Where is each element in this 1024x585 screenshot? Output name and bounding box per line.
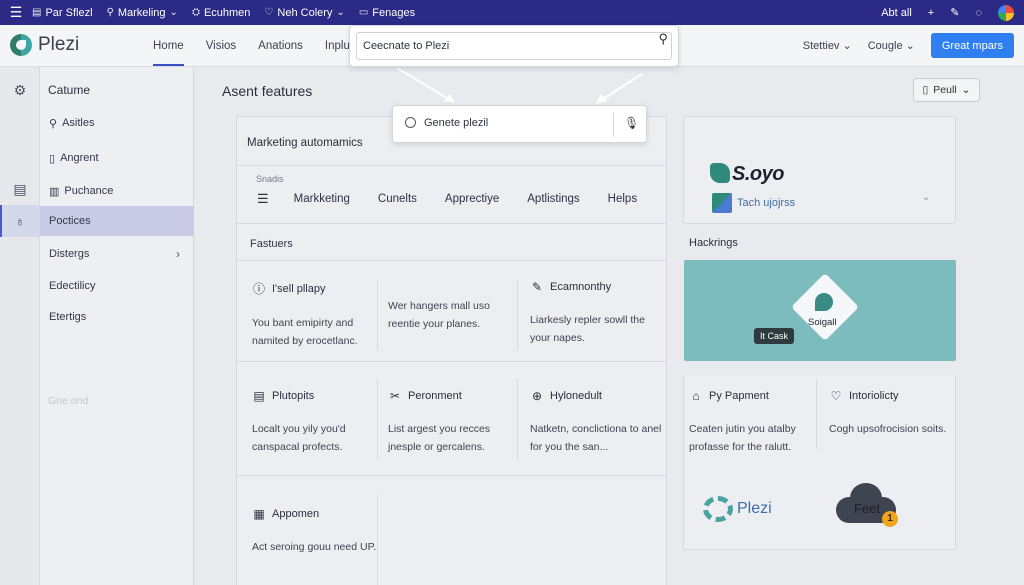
divider <box>613 113 614 137</box>
search-popover: Ceecnate to Plezi ⚲ <box>349 25 679 67</box>
sparkle-icon <box>405 117 416 128</box>
search-input[interactable]: Ceecnate to Plezi <box>356 32 672 60</box>
generate-label: Genete plezil <box>424 117 489 129</box>
microphone-icon[interactable]: 🎙 <box>624 116 639 130</box>
generate-popover[interactable]: Genete plezil 🎙 <box>392 105 647 143</box>
search-icon[interactable]: ⚲ <box>658 31 668 47</box>
connector-arrows <box>396 67 643 104</box>
